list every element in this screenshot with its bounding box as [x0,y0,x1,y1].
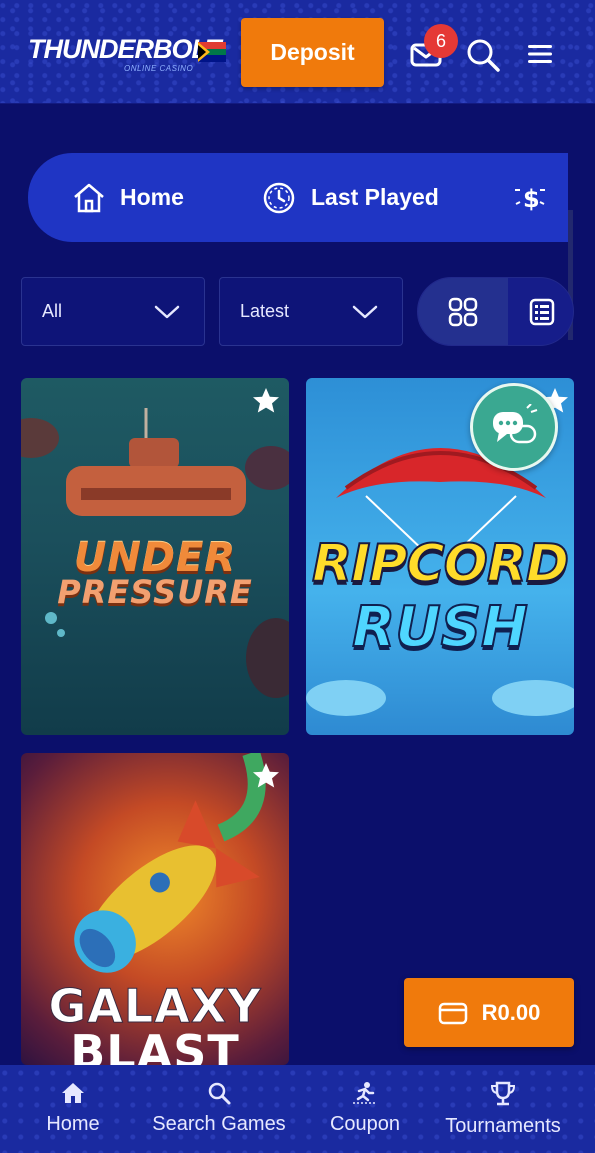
logo-text: THUNDERBOLT [28,34,221,64]
category-select[interactable]: All [21,277,205,346]
bottom-nav-home-label: Home [46,1113,100,1135]
top-header: THUNDERBOLT ONLINE CASINO Deposit 6 [0,0,595,104]
game-title-line2: BLAST [70,1025,240,1065]
list-view-button[interactable] [508,278,573,345]
balance-amount: R0.00 [481,999,541,1025]
dollar-sparkle-icon: $ [515,185,545,213]
bottom-navigation: Home Search Games Coupon Tournaments [0,1065,595,1153]
list-view-icon [529,298,554,325]
grid-view-icon [448,297,478,326]
nav-last-played-label: Last Played [311,184,439,210]
bottom-nav-coupon-label: Coupon [329,1113,401,1135]
search-icon [467,39,500,72]
house-icon [74,183,104,212]
bottom-nav-search-games[interactable]: Search Games [140,1081,298,1145]
game-title-line1: UNDER [73,535,237,581]
category-nav: Home Last Played $ [28,153,568,242]
chat-bubbles-icon [493,404,538,444]
bottom-nav-tournaments-label: Tournaments [445,1115,561,1137]
game-title-line1: GALAXY [48,979,262,1033]
sort-select[interactable]: Latest [219,277,403,346]
grid-view-button[interactable] [418,278,508,345]
game-title-line1: RIPCORD [311,534,570,594]
deposit-button[interactable]: Deposit [241,18,384,87]
game-card-under-pressure[interactable]: UNDER PRESSURE [21,378,289,735]
game-title-line2: RUSH [351,595,529,660]
nav-item-promotions[interactable]: $ [512,153,562,242]
logo-subtext: ONLINE CASINO [124,64,194,73]
home-icon [62,1083,84,1103]
history-clock-icon [263,182,295,213]
hamburger-menu-icon [528,45,552,63]
nav-item-home[interactable]: Home [72,153,184,242]
favorite-star-icon[interactable] [251,386,281,416]
bottom-nav-tournaments[interactable]: Tournaments [432,1081,574,1145]
header-search-button[interactable] [464,36,502,74]
nav-home-label: Home [120,184,184,210]
nav-item-last-played[interactable]: Last Played [261,153,439,242]
menu-button[interactable] [522,38,558,70]
chevron-down-icon [154,305,180,318]
south-africa-flag-icon [198,42,226,62]
bottom-nav-search-label: Search Games [152,1113,286,1135]
balance-button[interactable]: R0.00 [404,978,574,1047]
sort-select-value: Latest [240,301,290,321]
wallet-icon [438,1002,467,1024]
game-title-line2: PRESSURE [57,573,253,611]
trophy-icon [490,1081,516,1106]
thunderbolt-logo[interactable]: THUNDERBOLT ONLINE CASINO [28,34,228,74]
live-chat-button[interactable] [470,383,558,471]
bottom-nav-coupon[interactable]: Coupon [316,1081,414,1145]
view-mode-toggle [417,277,574,346]
chevron-down-icon [352,305,378,318]
notification-badge: 6 [424,24,458,58]
category-select-value: All [42,301,63,321]
bottom-nav-home[interactable]: Home [22,1081,124,1145]
search-icon [208,1082,231,1105]
coupon-icon [353,1082,377,1104]
favorite-star-icon[interactable] [251,761,281,791]
game-card-galaxy-blast[interactable]: GALAXY BLAST [21,753,289,1065]
svg-text:$: $ [523,185,540,213]
